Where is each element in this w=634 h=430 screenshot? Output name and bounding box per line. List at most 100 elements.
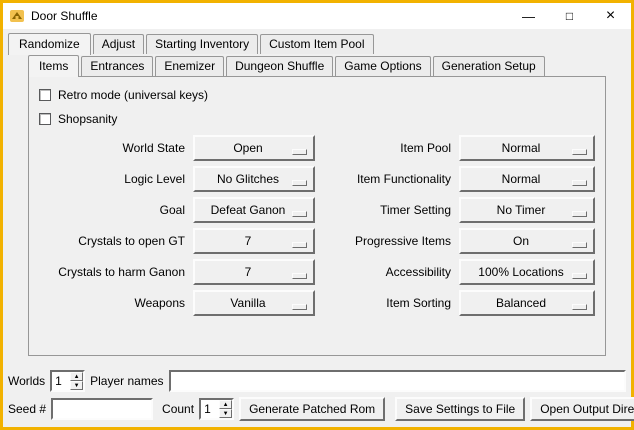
crystals-open-gt-dropdown[interactable]: 7 <box>193 228 315 254</box>
sub-tab-bar: Items Entrances Enemizer Dungeon Shuffle… <box>28 55 606 76</box>
tab-game-options[interactable]: Game Options <box>335 56 430 76</box>
logic-level-label: Logic Level <box>35 172 185 186</box>
accessibility-dropdown[interactable]: 100% Locations <box>459 259 595 285</box>
optionmenu-indicator-icon <box>292 304 307 310</box>
crystals-open-gt-value: 7 <box>245 234 252 248</box>
progressive-items-label: Progressive Items <box>323 234 451 248</box>
optionmenu-indicator-icon <box>572 242 587 248</box>
seed-label: Seed # <box>8 402 46 416</box>
window: Door Shuffle — □ × Randomize Adjust Star… <box>3 3 631 427</box>
maximize-button[interactable]: □ <box>549 3 590 29</box>
close-button[interactable]: × <box>590 3 631 29</box>
tab-items[interactable]: Items <box>28 55 79 77</box>
count-spinner-arrows: ▲ ▼ <box>219 400 232 418</box>
item-sorting-dropdown[interactable]: Balanced <box>459 290 595 316</box>
optionmenu-indicator-icon <box>572 273 587 279</box>
timer-setting-label: Timer Setting <box>323 203 451 217</box>
item-pool-label: Item Pool <box>323 141 451 155</box>
progressive-items-dropdown[interactable]: On <box>459 228 595 254</box>
client-area: Randomize Adjust Starting Inventory Cust… <box>3 29 631 427</box>
titlebar: Door Shuffle — □ × <box>3 3 631 29</box>
worlds-label: Worlds <box>8 374 45 388</box>
item-sorting-value: Balanced <box>496 296 546 310</box>
main-tab-bar: Randomize Adjust Starting Inventory Cust… <box>8 33 626 54</box>
weapons-label: Weapons <box>35 296 185 310</box>
world-state-value: Open <box>233 141 262 155</box>
player-names-input[interactable] <box>169 370 627 392</box>
player-names-label: Player names <box>90 374 163 388</box>
item-pool-value: Normal <box>502 141 541 155</box>
crystals-open-gt-label: Crystals to open GT <box>35 234 185 248</box>
shopsanity-checkbox[interactable] <box>39 113 51 125</box>
tab-randomize[interactable]: Randomize <box>8 33 91 55</box>
items-pane: Retro mode (universal keys) Shopsanity W… <box>28 76 606 356</box>
seed-input[interactable] <box>51 398 153 420</box>
tab-generation-setup[interactable]: Generation Setup <box>433 56 545 76</box>
worlds-spinner: ▲ ▼ <box>50 370 85 392</box>
world-state-label: World State <box>35 141 185 155</box>
window-controls: — □ × <box>508 3 631 29</box>
item-sorting-label: Item Sorting <box>323 296 451 310</box>
spin-up-icon[interactable]: ▲ <box>70 372 83 381</box>
crystals-harm-ganon-dropdown[interactable]: 7 <box>193 259 315 285</box>
goal-label: Goal <box>35 203 185 217</box>
seed-row: Seed # Count ▲ ▼ Generate Patched Rom Sa… <box>8 397 626 421</box>
worlds-input[interactable] <box>52 372 70 390</box>
optionmenu-indicator-icon <box>572 211 587 217</box>
spin-up-icon[interactable]: ▲ <box>219 400 232 409</box>
goal-value: Defeat Ganon <box>211 203 286 217</box>
progressive-items-value: On <box>513 234 529 248</box>
crystals-harm-ganon-label: Crystals to harm Ganon <box>35 265 185 279</box>
generate-patched-rom-button[interactable]: Generate Patched Rom <box>239 397 385 421</box>
goal-dropdown[interactable]: Defeat Ganon <box>193 197 315 223</box>
bottom-bar: Worlds ▲ ▼ Player names Seed # Count <box>8 370 626 421</box>
randomize-pane: Items Entrances Enemizer Dungeon Shuffle… <box>8 54 626 356</box>
optionmenu-indicator-icon <box>572 304 587 310</box>
crystals-harm-ganon-value: 7 <box>245 265 252 279</box>
count-spinner: ▲ ▼ <box>199 398 234 420</box>
minimize-button[interactable]: — <box>508 3 549 29</box>
retro-mode-row: Retro mode (universal keys) <box>39 87 599 102</box>
tab-dungeon-shuffle[interactable]: Dungeon Shuffle <box>226 56 333 76</box>
optionmenu-indicator-icon <box>292 211 307 217</box>
item-functionality-label: Item Functionality <box>323 172 451 186</box>
tab-enemizer[interactable]: Enemizer <box>155 56 224 76</box>
weapons-value: Vanilla <box>230 296 265 310</box>
timer-setting-value: No Timer <box>497 203 546 217</box>
weapons-dropdown[interactable]: Vanilla <box>193 290 315 316</box>
optionmenu-indicator-icon <box>292 149 307 155</box>
open-output-directory-button[interactable]: Open Output Directory <box>530 397 634 421</box>
item-pool-dropdown[interactable]: Normal <box>459 135 595 161</box>
worlds-spinner-arrows: ▲ ▼ <box>70 372 83 390</box>
optionmenu-indicator-icon <box>572 180 587 186</box>
accessibility-label: Accessibility <box>323 265 451 279</box>
worlds-row: Worlds ▲ ▼ Player names <box>8 370 626 392</box>
spin-down-icon[interactable]: ▼ <box>70 381 83 390</box>
retro-mode-checkbox[interactable] <box>39 89 51 101</box>
tab-starting-inventory[interactable]: Starting Inventory <box>146 34 258 54</box>
count-input[interactable] <box>201 400 219 418</box>
shopsanity-label: Shopsanity <box>58 112 117 126</box>
app-icon <box>9 8 25 24</box>
optionmenu-indicator-icon <box>572 149 587 155</box>
tab-adjust[interactable]: Adjust <box>93 34 144 54</box>
spin-down-icon[interactable]: ▼ <box>219 409 232 418</box>
tab-entrances[interactable]: Entrances <box>81 56 153 76</box>
optionmenu-indicator-icon <box>292 180 307 186</box>
timer-setting-dropdown[interactable]: No Timer <box>459 197 595 223</box>
logic-level-dropdown[interactable]: No Glitches <box>193 166 315 192</box>
shopsanity-row: Shopsanity <box>39 111 599 126</box>
world-state-dropdown[interactable]: Open <box>193 135 315 161</box>
optionmenu-indicator-icon <box>292 273 307 279</box>
item-functionality-value: Normal <box>502 172 541 186</box>
window-frame: Door Shuffle — □ × Randomize Adjust Star… <box>0 0 634 430</box>
accessibility-value: 100% Locations <box>478 265 563 279</box>
retro-mode-label: Retro mode (universal keys) <box>58 88 208 102</box>
options-grid: World State Open Item Pool Normal Logic … <box>35 135 599 316</box>
logic-level-value: No Glitches <box>217 172 279 186</box>
window-title: Door Shuffle <box>31 9 98 23</box>
tab-custom-item-pool[interactable]: Custom Item Pool <box>260 34 373 54</box>
save-settings-button[interactable]: Save Settings to File <box>395 397 525 421</box>
count-label: Count <box>162 402 194 416</box>
item-functionality-dropdown[interactable]: Normal <box>459 166 595 192</box>
